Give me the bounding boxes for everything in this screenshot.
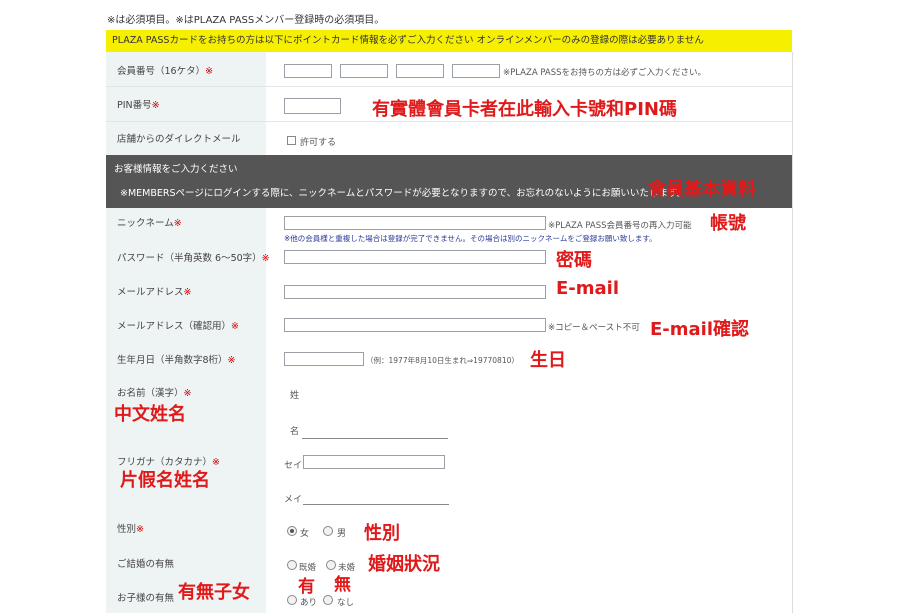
card-notice-banner: PLAZA PASSカードをお持ちの方は以下にポイントカード情報を必ずご入力くだ… <box>106 30 792 52</box>
first-name-input[interactable] <box>302 424 448 439</box>
card-number-label: 会員番号（16ケタ）※ <box>117 66 214 77</box>
annotation-chinese-name: 中文姓名 <box>114 404 186 425</box>
last-name-label: 姓 <box>290 391 300 401</box>
email-confirm-input[interactable] <box>284 318 546 332</box>
nickname-input[interactable] <box>284 216 546 230</box>
annotation-email-confirm: E-mail確認 <box>650 319 750 340</box>
birthday-input[interactable] <box>284 352 364 366</box>
required-note: ※は必須項目。※はPLAZA PASSメンバー登録時の必須項目。 <box>107 15 385 26</box>
nickname-note-duplicate: ※他の会員様と重複した場合は登録が完了できません。その場合は別のニックネームをご… <box>284 234 657 243</box>
row-divider <box>106 86 792 87</box>
direct-mail-checkbox[interactable] <box>287 136 296 145</box>
first-name-label: 名 <box>290 427 300 437</box>
row-divider <box>106 121 792 122</box>
nickname-label: ニックネーム※ <box>117 218 182 229</box>
kana-last-input[interactable] <box>303 455 445 469</box>
customer-section-title: お客様情報をご入力ください <box>114 164 238 175</box>
birthday-note: （例：1977年8月10日生まれ⇒19770810） <box>366 356 519 365</box>
card-number-field-1[interactable] <box>284 64 332 78</box>
kana-first-label: メイ <box>284 495 303 505</box>
annotation-marriage: 婚姻狀況 <box>368 554 440 575</box>
children-yes-radio[interactable] <box>287 595 297 605</box>
gender-male-label: 男 <box>337 529 347 539</box>
annotation-password: 密碼 <box>556 250 592 271</box>
direct-mail-label: 店舗からのダイレクトメール <box>117 134 241 145</box>
gender-male-radio[interactable] <box>323 526 333 536</box>
card-number-field-2[interactable] <box>340 64 388 78</box>
password-label: パスワード（半角英数 6〜50字）※ <box>117 253 270 264</box>
annotation-birthday: 生日 <box>530 350 566 371</box>
direct-mail-option-label: 許可する <box>300 138 337 148</box>
card-number-field-3[interactable] <box>396 64 444 78</box>
annotation-basic-info: 會員基本資料 <box>648 179 756 200</box>
card-number-field-4[interactable] <box>452 64 500 78</box>
email-input[interactable] <box>284 285 546 299</box>
email-confirm-note: ※コピー＆ペースト不可 <box>548 323 640 333</box>
gender-label: 性別※ <box>117 524 144 535</box>
kana-last-label: セイ <box>284 461 303 471</box>
children-yes-label: あり <box>300 598 318 608</box>
pin-label: PIN番号※ <box>117 100 160 111</box>
annotation-yes: 有 <box>298 577 315 597</box>
marriage-yes-radio[interactable] <box>287 560 297 570</box>
card-number-note: ※PLAZA PASSをお持ちの方は必ずご入力ください。 <box>503 68 707 78</box>
nickname-note: ※PLAZA PASS会員番号の再入力可能 <box>548 221 692 231</box>
gender-female-radio[interactable] <box>287 526 297 536</box>
annotation-kana-name: 片假名姓名 <box>120 470 210 491</box>
annotation-card-pin: 有實體會員卡者在此輸入卡號和PIN碼 <box>372 99 677 120</box>
marriage-no-radio[interactable] <box>326 560 336 570</box>
name-label: お名前（漢字）※ <box>117 388 192 399</box>
annotation-gender: 性別 <box>364 523 400 544</box>
email-label: メールアドレス※ <box>117 287 192 298</box>
children-no-label: なし <box>337 598 355 608</box>
password-input[interactable] <box>284 250 546 264</box>
annotation-no: 無 <box>334 575 351 595</box>
birthday-label: 生年月日（半角数字8桁）※ <box>117 355 236 366</box>
email-confirm-label: メールアドレス（確認用）※ <box>117 321 239 332</box>
marriage-label: ご結婚の有無 <box>117 559 175 570</box>
annotation-account: 帳號 <box>710 213 746 234</box>
children-no-radio[interactable] <box>323 595 333 605</box>
customer-section-message: ※MEMBERSページにログインする際に、ニックネームとパスワードが必要となりま… <box>120 188 686 199</box>
pin-field[interactable] <box>284 98 341 114</box>
gender-female-label: 女 <box>300 529 310 539</box>
annotation-children: 有無子女 <box>178 582 250 603</box>
annotation-email: E-mail <box>556 278 620 299</box>
kana-first-input[interactable] <box>303 490 449 505</box>
form-border <box>792 52 793 613</box>
children-label: お子様の有無 <box>117 593 175 604</box>
